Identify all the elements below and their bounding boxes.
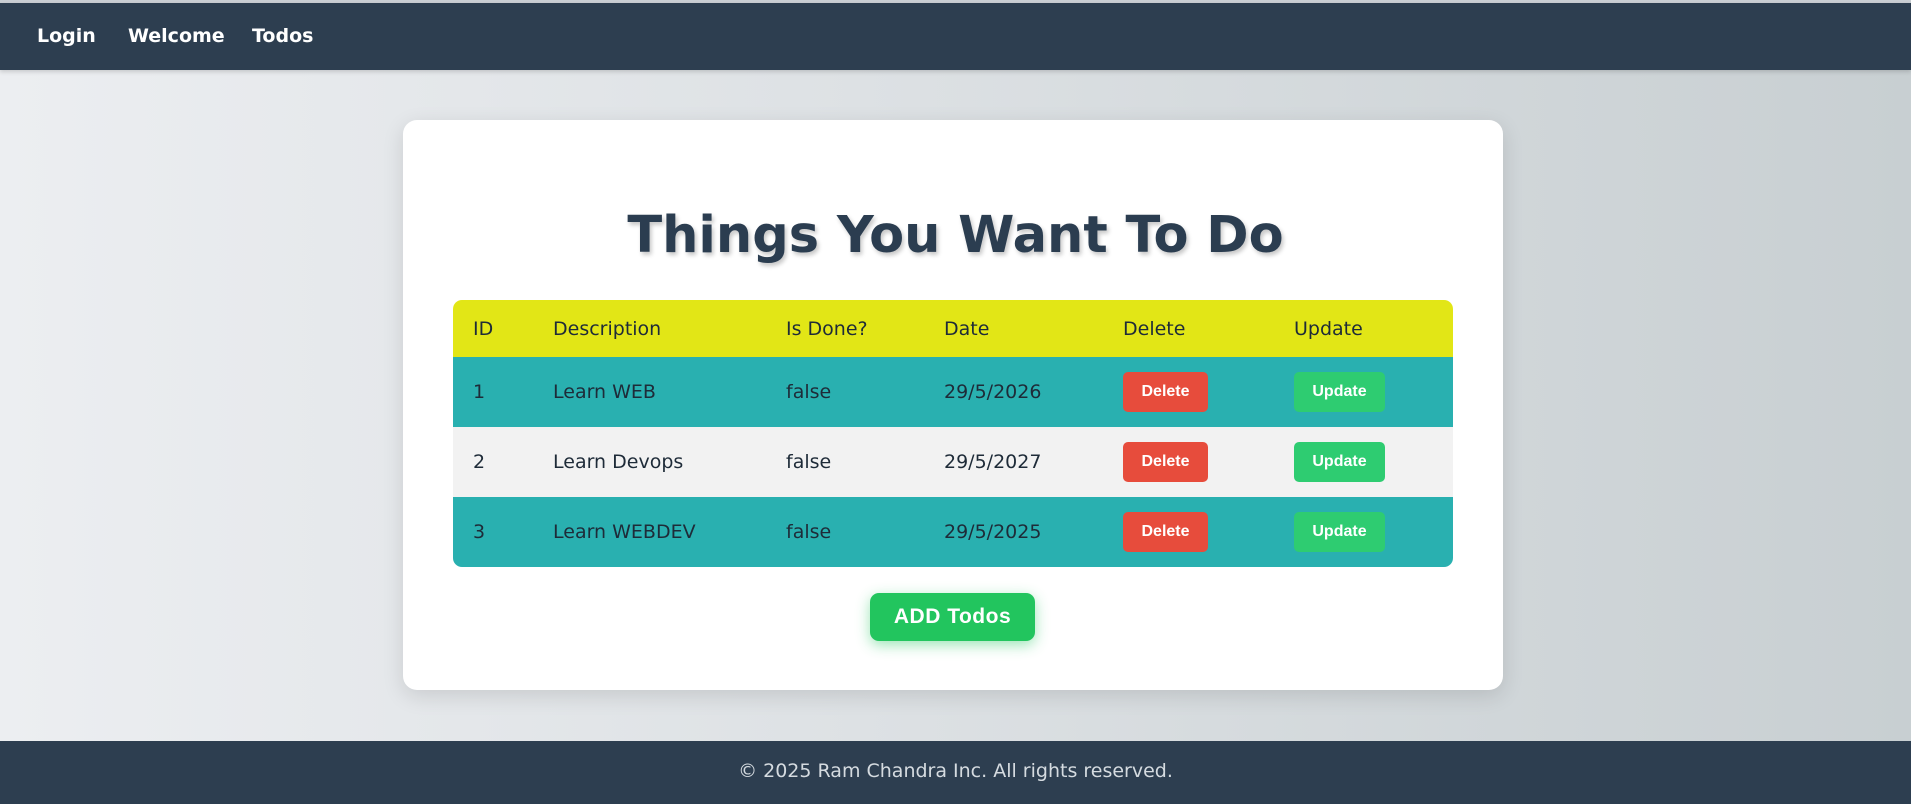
cell-description: Learn Devops (553, 451, 684, 473)
cell-is-done: false (786, 521, 832, 543)
table-row: 3 Learn WEBDEV false 29/5/2025 Delete Up… (453, 497, 1453, 567)
cell-id: 1 (473, 381, 486, 403)
delete-button[interactable]: Delete (1123, 512, 1208, 552)
footer: © 2025 Ram Chandra Inc. All rights reser… (0, 741, 1911, 804)
cell-update: Update (1274, 357, 1453, 427)
column-header-is-done: Is Done? (786, 317, 868, 340)
update-button[interactable]: Update (1294, 372, 1385, 412)
add-todos-button[interactable]: ADD Todos (870, 593, 1035, 641)
table-row: 1 Learn WEB false 29/5/2026 Delete Updat… (453, 357, 1453, 427)
top-navbar: Login Welcome Todos (0, 3, 1911, 70)
cell-date: 29/5/2025 (944, 521, 1042, 543)
copyright-text: © 2025 Ram Chandra Inc. All rights reser… (738, 760, 1173, 782)
cell-delete: Delete (1103, 427, 1274, 497)
cell-id: 2 (473, 451, 486, 473)
cell-date: 29/5/2027 (944, 451, 1042, 473)
update-button[interactable]: Update (1294, 442, 1385, 482)
cell-is-done: false (786, 381, 832, 403)
cell-delete: Delete (1103, 357, 1274, 427)
column-header-update: Update (1294, 317, 1363, 340)
cell-is-done: false (786, 451, 832, 473)
cell-description: Learn WEBDEV (553, 521, 696, 543)
nav-todos-link[interactable]: Todos (252, 3, 313, 70)
column-header-date: Date (944, 317, 990, 340)
column-header-description: Description (553, 317, 662, 340)
cell-delete: Delete (1103, 497, 1274, 567)
cell-date: 29/5/2026 (944, 381, 1042, 403)
todos-table: ID Description Is Done? Date Delete Upda… (453, 300, 1453, 567)
update-button[interactable]: Update (1294, 512, 1385, 552)
cell-update: Update (1274, 497, 1453, 567)
table-header-row: ID Description Is Done? Date Delete Upda… (453, 300, 1453, 357)
column-header-delete: Delete (1123, 317, 1186, 340)
page-title: Things You Want To Do (627, 206, 1284, 265)
nav-welcome-link[interactable]: Welcome (128, 3, 225, 70)
table-row: 2 Learn Devops false 29/5/2027 Delete Up… (453, 427, 1453, 497)
cell-update: Update (1274, 427, 1453, 497)
nav-login-link[interactable]: Login (37, 3, 96, 70)
cell-id: 3 (473, 521, 486, 543)
delete-button[interactable]: Delete (1123, 442, 1208, 482)
delete-button[interactable]: Delete (1123, 372, 1208, 412)
column-header-id: ID (473, 317, 494, 340)
cell-description: Learn WEB (553, 381, 656, 403)
